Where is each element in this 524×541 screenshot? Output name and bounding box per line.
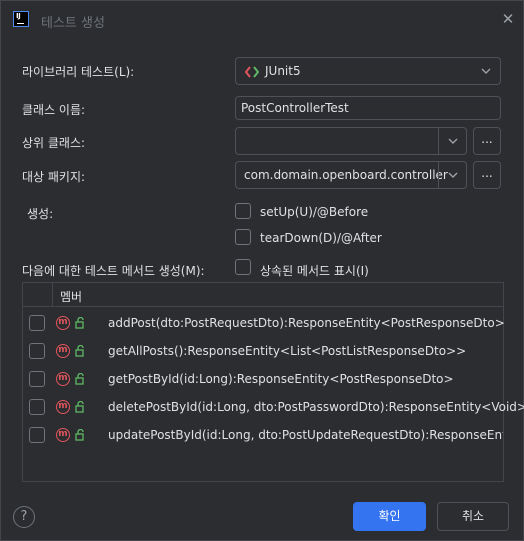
package-label: 대상 패키지:	[22, 170, 86, 184]
row-checkbox[interactable]	[29, 343, 45, 359]
public-visibility-icon	[75, 345, 84, 357]
chevron-down-icon	[481, 63, 491, 82]
ok-button[interactable]: 확인	[353, 502, 426, 531]
superclass-combo[interactable]	[235, 127, 467, 155]
public-visibility-icon	[75, 317, 84, 329]
class-name-field[interactable]: PostControllerTest	[235, 96, 501, 120]
junit-icon	[245, 66, 259, 78]
method-icon: m	[56, 400, 70, 414]
package-value: com.domain.openboard.controller	[244, 168, 448, 182]
setup-checkbox[interactable]	[235, 203, 251, 219]
intellij-logo-icon: IJ	[13, 11, 29, 27]
inherited-checkbox[interactable]	[235, 259, 251, 275]
method-icon: m	[56, 316, 70, 330]
library-value: JUnit5	[265, 64, 301, 78]
help-icon[interactable]: ?	[13, 506, 35, 528]
teardown-label: tearDown(D)/@After	[260, 231, 382, 245]
row-checkbox[interactable]	[29, 371, 45, 387]
member-signature: deletePostById(id:Long, dto:PostPassword…	[108, 400, 524, 414]
title-bar: IJ 테스트 생성 ✕	[1, 1, 523, 39]
table-row[interactable]: m getAllPosts():ResponseEntity<List<Post…	[23, 337, 503, 365]
create-test-dialog: IJ 테스트 생성 ✕ 라이브러리 테스트(L): JUnit5 클래스 이름:…	[0, 0, 524, 541]
inherited-label: 상속된 메서드 표시(I)	[260, 264, 369, 278]
table-row[interactable]: m updatePostById(id:Long, dto:PostUpdate…	[23, 421, 503, 449]
member-signature: updatePostById(id:Long, dto:PostUpdateRe…	[108, 428, 503, 442]
public-visibility-icon	[75, 373, 84, 385]
superclass-label: 상위 클래스:	[22, 136, 86, 150]
library-dropdown[interactable]: JUnit5	[235, 57, 501, 85]
table-row[interactable]: m getPostById(id:Long):ResponseEntity<Po…	[23, 365, 503, 393]
row-checkbox[interactable]	[29, 427, 45, 443]
chevron-down-icon[interactable]	[438, 128, 466, 154]
generate-label: 생성:	[27, 207, 54, 221]
member-signature: getAllPosts():ResponseEntity<List<PostLi…	[108, 344, 467, 358]
row-checkbox[interactable]	[29, 315, 45, 331]
members-table: 멤버 m addPost(dto:PostRequestDto):Respons…	[22, 282, 524, 482]
package-browse-button[interactable]: ...	[473, 161, 501, 189]
member-signature: addPost(dto:PostRequestDto):ResponseEnti…	[108, 316, 505, 330]
table-header: 멤버	[23, 283, 503, 307]
dialog-title: 테스트 생성	[41, 16, 105, 31]
cancel-button[interactable]: 취소	[437, 502, 509, 531]
setup-label: setUp(U)/@Before	[260, 205, 369, 219]
methods-label: 다음에 대한 테스트 메서드 생성(M):	[22, 264, 205, 278]
library-label: 라이브러리 테스트(L):	[22, 65, 135, 79]
chevron-down-icon[interactable]	[438, 162, 466, 188]
method-icon: m	[56, 344, 70, 358]
teardown-checkbox[interactable]	[235, 229, 251, 245]
public-visibility-icon	[75, 429, 84, 441]
method-icon: m	[56, 428, 70, 442]
close-icon[interactable]: ✕	[500, 11, 516, 27]
class-name-label: 클래스 이름:	[22, 103, 86, 117]
table-row[interactable]: m addPost(dto:PostRequestDto):ResponseEn…	[23, 309, 505, 337]
members-column-header: 멤버	[60, 290, 83, 304]
member-signature: getPostById(id:Long):ResponseEntity<Post…	[108, 372, 454, 386]
public-visibility-icon	[75, 401, 84, 413]
table-row[interactable]: m deletePostById(id:Long, dto:PostPasswo…	[23, 393, 524, 421]
method-icon: m	[56, 372, 70, 386]
superclass-browse-button[interactable]: ...	[473, 127, 501, 155]
row-checkbox[interactable]	[29, 399, 45, 415]
package-combo[interactable]: com.domain.openboard.controller	[235, 161, 467, 189]
column-divider	[52, 283, 53, 307]
